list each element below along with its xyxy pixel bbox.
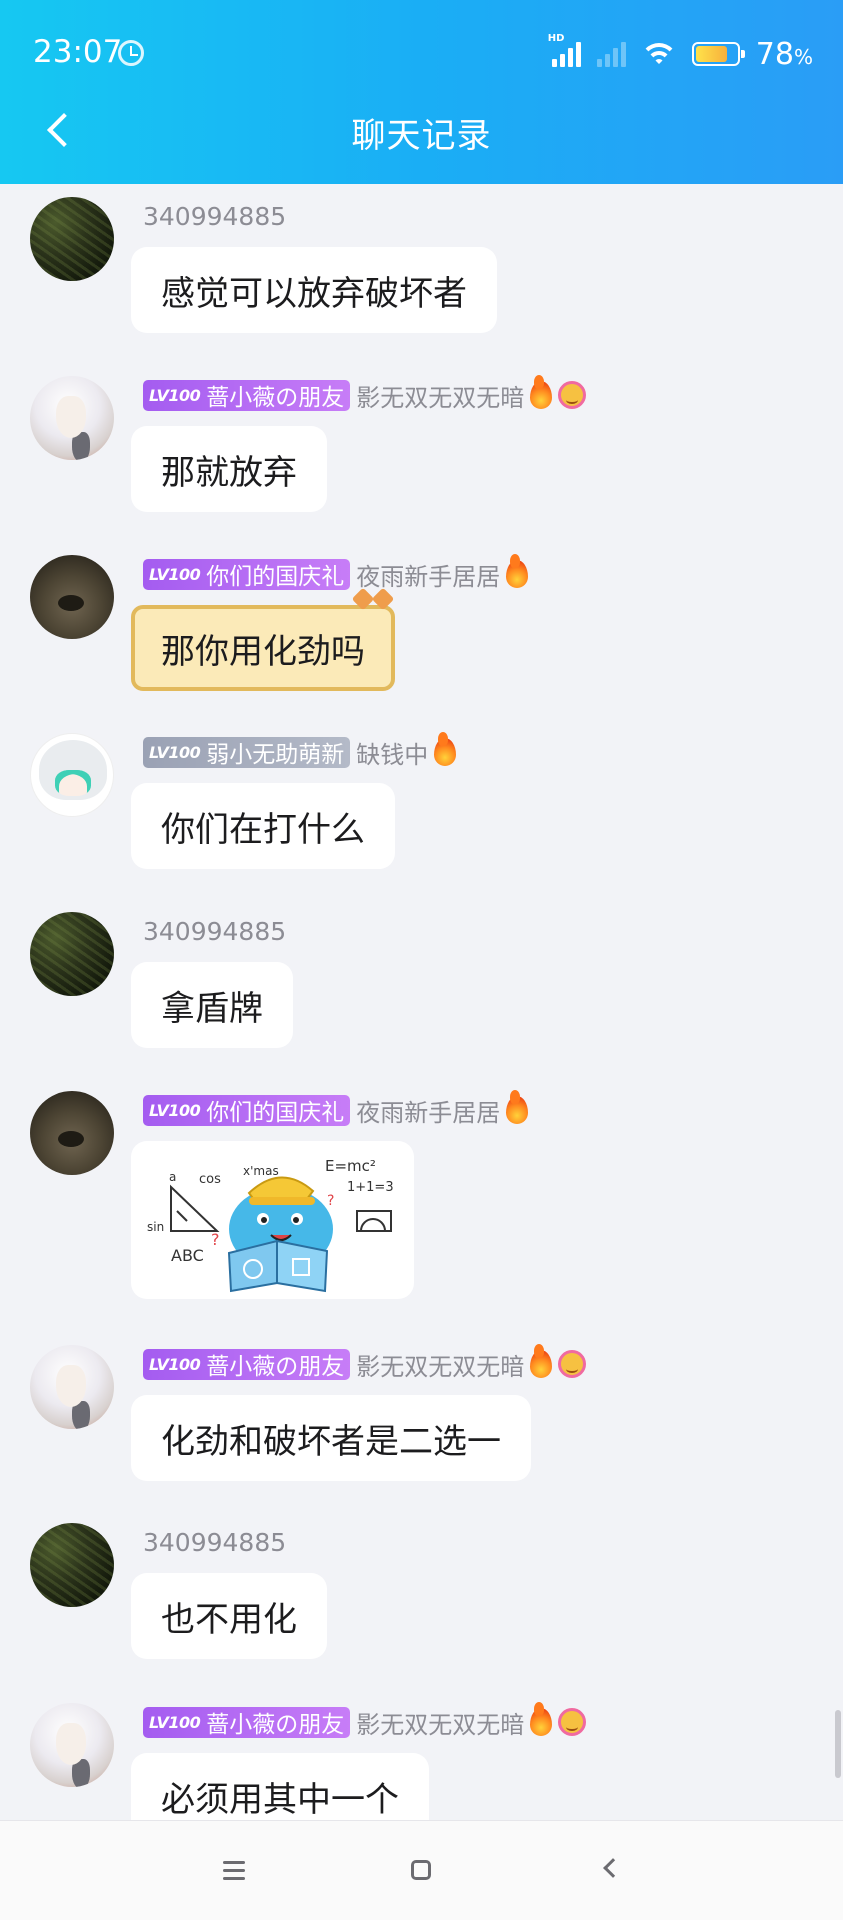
hd-label: HD xyxy=(547,33,565,44)
sender-line: 340994885 xyxy=(143,914,286,948)
svg-text:x'mas: x'mas xyxy=(243,1164,279,1178)
sender-line: LV100 弱小无助萌新 缺钱中 xyxy=(143,732,457,769)
avatar[interactable] xyxy=(30,376,114,460)
svg-text:ABC: ABC xyxy=(171,1246,204,1265)
message-bubble-cat-theme[interactable]: 那你用化劲吗 xyxy=(131,605,395,691)
title-badge: LV100 蔷小薇の朋友 xyxy=(143,1706,351,1738)
fire-icon xyxy=(530,1344,553,1378)
sticker-image[interactable]: a cos x'mas E=mc² 1+1=3 sin ABC ? ? xyxy=(131,1141,414,1299)
message-bubble[interactable]: 也不用化 xyxy=(131,1573,327,1659)
sender-line: LV100 你们的国庆礼 夜雨新手居居 xyxy=(143,554,529,591)
scrollbar[interactable] xyxy=(835,1710,841,1778)
sender-line: LV100 蔷小薇の朋友 影无双无双无暗 xyxy=(143,375,587,412)
title-badge: LV100 蔷小薇の朋友 xyxy=(143,379,351,411)
sender-line: LV100 你们的国庆礼 夜雨新手居居 xyxy=(143,1090,529,1127)
title-badge: LV100 你们的国庆礼 xyxy=(143,1094,351,1126)
sender-nickname: 影无双无双无暗 xyxy=(356,1710,525,1739)
sender-id: 340994885 xyxy=(143,1527,287,1557)
avatar[interactable] xyxy=(30,1091,114,1175)
fire-icon xyxy=(434,732,457,766)
emoji-face-icon xyxy=(558,1350,587,1378)
message-bubble[interactable]: 化劲和破坏者是二选一 xyxy=(131,1395,531,1481)
message-bubble[interactable]: 你们在打什么 xyxy=(131,783,395,869)
math-cat-sticker-icon: a cos x'mas E=mc² 1+1=3 sin ABC ? ? xyxy=(147,1157,394,1293)
wifi-icon xyxy=(641,41,676,67)
battery-icon xyxy=(691,42,745,66)
sender-line: 340994885 xyxy=(143,199,286,233)
message-bubble[interactable]: 拿盾牌 xyxy=(131,962,293,1048)
message-bubble[interactable]: 感觉可以放弃破坏者 xyxy=(131,247,497,333)
svg-text:sin: sin xyxy=(147,1220,164,1234)
message-text: 那你用化劲吗 xyxy=(161,631,365,672)
cat-ears-icon xyxy=(349,591,397,619)
avatar[interactable] xyxy=(30,555,114,639)
message-bubble[interactable]: 那就放弃 xyxy=(131,426,327,512)
sender-line: 340994885 xyxy=(143,1525,286,1559)
battery-percent: 78% xyxy=(755,36,813,72)
title-badge: LV100 弱小无助萌新 xyxy=(143,736,351,768)
alarm-icon xyxy=(118,40,144,66)
svg-text:a: a xyxy=(169,1170,176,1184)
recent-apps-button[interactable] xyxy=(215,1851,255,1891)
svg-text:?: ? xyxy=(327,1193,334,1209)
avatar[interactable] xyxy=(30,1703,114,1787)
avatar[interactable] xyxy=(30,912,114,996)
sender-line: LV100 蔷小薇の朋友 影无双无双无暗 xyxy=(143,1702,587,1739)
emoji-face-icon xyxy=(558,1708,587,1736)
system-nav-bar xyxy=(0,1820,843,1920)
fire-icon xyxy=(530,375,553,409)
svg-text:cos: cos xyxy=(199,1172,221,1187)
fire-icon xyxy=(506,554,529,588)
avatar[interactable] xyxy=(30,197,114,281)
page-title: 聊天记录 xyxy=(351,116,492,156)
svg-text:1+1=3: 1+1=3 xyxy=(347,1180,394,1195)
status-time: 23:07 xyxy=(33,34,123,70)
avatar[interactable] xyxy=(30,1345,114,1429)
home-button[interactable] xyxy=(402,1851,442,1891)
signal-icon: HD xyxy=(548,33,581,67)
sender-nickname: 夜雨新手居居 xyxy=(356,562,501,591)
avatar[interactable] xyxy=(30,1523,114,1607)
status-icons: HD 78% xyxy=(548,33,813,74)
title-badge: LV100 蔷小薇の朋友 xyxy=(143,1348,351,1380)
sender-nickname: 缺钱中 xyxy=(356,740,429,769)
sender-nickname: 影无双无双无暗 xyxy=(356,383,525,412)
system-back-button[interactable] xyxy=(592,1851,632,1891)
app-header: 23:07 HD 78% 聊天记录 xyxy=(0,0,843,184)
svg-text:E=mc²: E=mc² xyxy=(325,1157,376,1175)
sender-nickname: 夜雨新手居居 xyxy=(356,1098,501,1127)
avatar[interactable] xyxy=(30,733,114,817)
signal-2-icon xyxy=(596,41,626,67)
sender-line: LV100 蔷小薇の朋友 影无双无双无暗 xyxy=(143,1344,587,1381)
fire-icon xyxy=(530,1702,553,1736)
emoji-face-icon xyxy=(558,381,587,409)
sender-id: 340994885 xyxy=(143,201,287,231)
sender-id: 340994885 xyxy=(143,916,287,946)
fire-icon xyxy=(506,1090,529,1124)
sender-nickname: 影无双无双无暗 xyxy=(356,1352,525,1381)
title-badge: LV100 你们的国庆礼 xyxy=(143,558,351,590)
svg-text:?: ? xyxy=(211,1230,220,1249)
